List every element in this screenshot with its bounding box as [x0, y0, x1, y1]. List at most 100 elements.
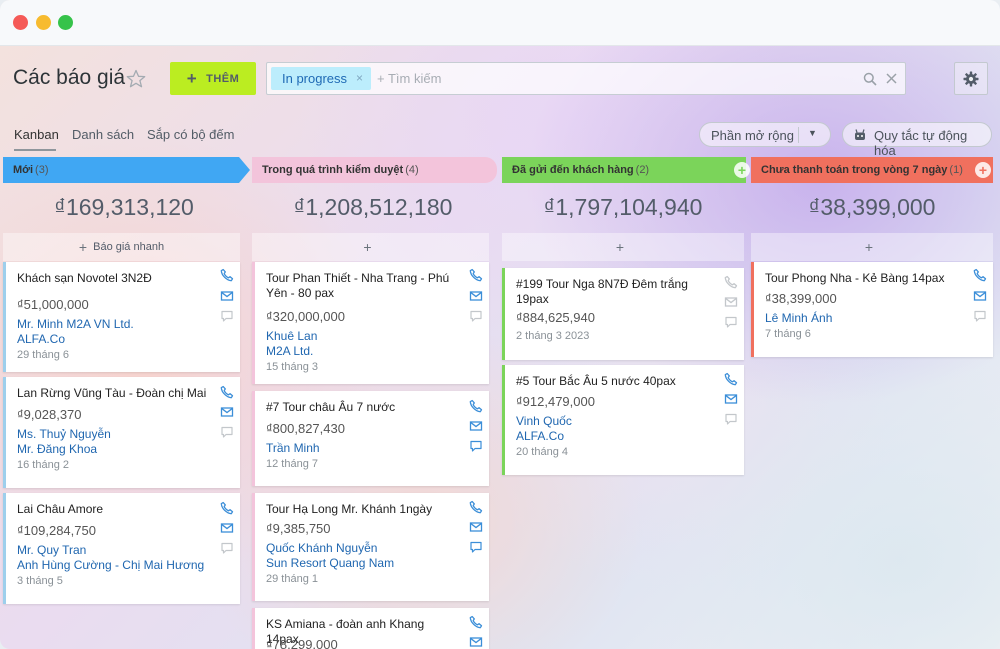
phone-icon[interactable]: [469, 399, 483, 413]
card-title[interactable]: #199 Tour Nga 8N7Đ Đêm trắng 19pax: [516, 277, 708, 307]
column-header[interactable]: Mới (3): [3, 157, 250, 183]
email-icon[interactable]: [973, 289, 987, 303]
column-header[interactable]: Trong quá trình kiểm duyệt (4): [252, 157, 497, 183]
add-column-icon[interactable]: +: [975, 162, 991, 178]
card-contact-link[interactable]: Mr. Minh M2A VN Ltd.: [17, 317, 134, 331]
minimize-window-button[interactable]: [36, 15, 51, 30]
column-header[interactable]: Chưa thanh toán trong vòng 7 ngày (1) +: [751, 157, 993, 183]
phone-icon[interactable]: [469, 268, 483, 282]
add-column-icon[interactable]: +: [734, 162, 750, 178]
quote-card[interactable]: Tour Phan Thiết - Nha Trang - Phú Yên - …: [252, 262, 489, 384]
card-title[interactable]: Tour Phong Nha - Kẻ Bàng 14pax: [765, 271, 957, 286]
email-icon[interactable]: [220, 405, 234, 419]
tab-list[interactable]: Danh sách: [72, 127, 134, 142]
column-title: Đã gửi đến khách hàng: [512, 164, 634, 176]
tab-upcoming[interactable]: Sắp có bộ đếm: [147, 127, 234, 142]
email-icon[interactable]: [469, 520, 483, 534]
card-title[interactable]: Khách sạn Novotel 3N2Đ: [17, 271, 209, 286]
card-title[interactable]: Tour Phan Thiết - Nha Trang - Phú Yên - …: [266, 271, 458, 301]
card-contact-link[interactable]: Ms. Thuỷ Nguyễn: [17, 427, 111, 441]
tab-underline: [14, 149, 56, 151]
card-contact-link[interactable]: Lê Minh Ánh: [765, 311, 832, 325]
phone-icon[interactable]: [220, 268, 234, 282]
extension-button[interactable]: Phần mở rộng ▼: [699, 122, 831, 147]
search-input[interactable]: + Tìm kiếm: [377, 71, 441, 86]
phone-icon[interactable]: [220, 385, 234, 399]
card-title[interactable]: #7 Tour châu Âu 7 nước: [266, 400, 458, 415]
card-contact-link[interactable]: Anh Hùng Cường - Chị Mai Hương: [17, 558, 204, 572]
settings-button[interactable]: [954, 62, 988, 95]
quote-card[interactable]: #5 Tour Bắc Âu 5 nước 40pax ₫912,479,000…: [502, 365, 744, 475]
card-contact-link[interactable]: Quốc Khánh Nguyễn: [266, 541, 377, 555]
phone-icon[interactable]: [724, 275, 738, 289]
chat-icon[interactable]: [469, 309, 483, 323]
card-contact-link[interactable]: Vinh Quốc: [516, 414, 572, 428]
quote-card[interactable]: Lan Rừng Vũng Tàu - Đoàn chị Mai ₫9,028,…: [3, 377, 240, 488]
card-title[interactable]: Lan Rừng Vũng Tàu - Đoàn chị Mai: [17, 386, 209, 401]
maximize-window-button[interactable]: [58, 15, 73, 30]
phone-icon[interactable]: [469, 500, 483, 514]
quote-card[interactable]: #199 Tour Nga 8N7Đ Đêm trắng 19pax ₫884,…: [502, 268, 744, 360]
chat-icon[interactable]: [220, 541, 234, 555]
email-icon[interactable]: [724, 392, 738, 406]
card-contact-link[interactable]: Khuê Lan: [266, 329, 317, 343]
search-icon[interactable]: [863, 72, 877, 86]
tab-kanban[interactable]: Kanban: [14, 127, 59, 142]
card-title[interactable]: Tour Hạ Long Mr. Khánh 1ngày: [266, 502, 458, 517]
email-icon[interactable]: [724, 295, 738, 309]
chat-icon[interactable]: [469, 439, 483, 453]
column-header[interactable]: Đã gửi đến khách hàng (2) +: [502, 157, 750, 183]
card-company-link[interactable]: ALFA.Co: [17, 332, 65, 346]
quick-add-button[interactable]: +: [502, 233, 744, 261]
chat-icon[interactable]: [220, 425, 234, 439]
close-window-button[interactable]: [13, 15, 28, 30]
card-title[interactable]: Lai Châu Amore: [17, 502, 209, 517]
email-icon[interactable]: [469, 635, 483, 649]
quick-add-button[interactable]: + Báo giá nhanh: [3, 233, 240, 261]
card-contact-link[interactable]: Mr. Quy Tran: [17, 543, 86, 557]
add-button[interactable]: + THÊM: [170, 62, 256, 95]
automation-rules-button[interactable]: Quy tắc tự động hóa: [842, 122, 992, 158]
search-box[interactable]: In progress × + Tìm kiếm: [266, 62, 906, 95]
chat-icon[interactable]: [724, 412, 738, 426]
card-company-link[interactable]: M2A Ltd.: [266, 344, 313, 358]
chat-icon[interactable]: [469, 540, 483, 554]
card-contact-link[interactable]: Trần Minh: [266, 441, 320, 455]
email-icon[interactable]: [220, 289, 234, 303]
phone-icon[interactable]: [724, 372, 738, 386]
kanban-column-new: Mới (3) ₫169,313,120 + Báo giá nhanh Khá…: [3, 157, 250, 604]
email-icon[interactable]: [469, 289, 483, 303]
chat-icon[interactable]: [724, 315, 738, 329]
plus-icon: +: [615, 239, 625, 255]
column-title: Mới: [13, 164, 34, 176]
quote-card[interactable]: Tour Phong Nha - Kẻ Bàng 14pax ₫38,399,0…: [751, 262, 993, 357]
chip-close-icon[interactable]: ×: [356, 71, 363, 85]
chat-icon[interactable]: [973, 309, 987, 323]
phone-icon[interactable]: [220, 501, 234, 515]
star-icon[interactable]: [126, 69, 146, 89]
card-company-link[interactable]: Sun Resort Quang Nam: [266, 556, 394, 570]
card-company-link[interactable]: ALFA.Co: [516, 429, 564, 443]
card-contact-link[interactable]: Mr. Đăng Khoa: [17, 442, 97, 456]
email-icon[interactable]: [220, 521, 234, 535]
quote-card[interactable]: #7 Tour châu Âu 7 nước ₫800,827,430 Trần…: [252, 391, 489, 486]
email-icon[interactable]: [469, 419, 483, 433]
quote-card[interactable]: Khách sạn Novotel 3N2Đ ₫51,000,000 Mr. M…: [3, 262, 240, 372]
quote-card[interactable]: Tour Hạ Long Mr. Khánh 1ngày ₫9,385,750 …: [252, 493, 489, 601]
quote-card[interactable]: KS Amiana - đoàn anh Khang 14pax ₫78,299…: [252, 608, 489, 649]
card-date: 20 tháng 4: [516, 446, 568, 458]
chevron-down-icon[interactable]: ▼: [808, 128, 817, 138]
clear-search-icon[interactable]: [885, 72, 898, 85]
quick-add-button[interactable]: +: [252, 233, 489, 261]
kanban-column-sent: Đã gửi đến khách hàng (2) + ₫1,797,104,9…: [502, 157, 750, 475]
card-price: ₫109,284,750: [17, 523, 96, 538]
card-title[interactable]: #5 Tour Bắc Âu 5 nước 40pax: [516, 374, 708, 389]
quick-add-button[interactable]: +: [751, 233, 993, 261]
phone-icon[interactable]: [973, 268, 987, 282]
phone-icon[interactable]: [469, 615, 483, 629]
card-date: 29 tháng 6: [17, 349, 69, 361]
robot-icon: [855, 129, 865, 140]
filter-chip[interactable]: In progress ×: [271, 67, 371, 90]
quote-card[interactable]: Lai Châu Amore ₫109,284,750 Mr. Quy Tran…: [3, 493, 240, 604]
chat-icon[interactable]: [220, 309, 234, 323]
